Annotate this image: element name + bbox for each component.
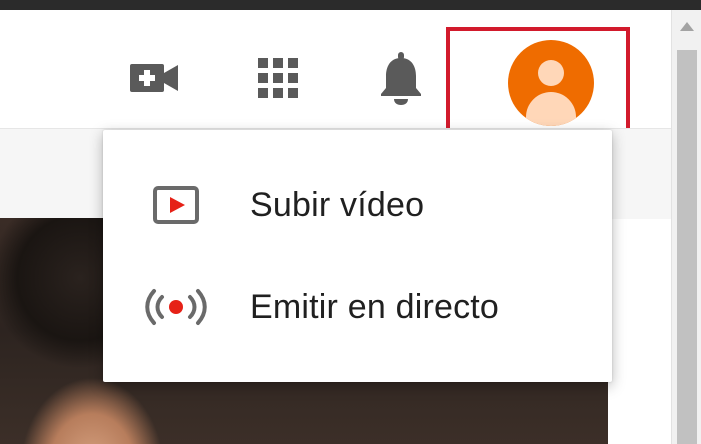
scrollbar-thumb[interactable]	[677, 50, 697, 444]
vertical-scrollbar[interactable]	[671, 10, 701, 444]
scroll-up-arrow-icon[interactable]	[680, 22, 694, 31]
menu-item-label: Emitir en directo	[250, 287, 500, 326]
browser-viewport: Subir vídeo Emitir en directo	[0, 0, 701, 444]
menu-item-upload-video[interactable]: Subir vídeo	[103, 160, 612, 250]
account-avatar-button[interactable]	[508, 40, 594, 126]
menu-item-label: Subir vídeo	[250, 185, 425, 224]
live-broadcast-icon	[143, 282, 209, 332]
apps-grid-icon	[258, 58, 298, 98]
video-camera-plus-icon	[130, 64, 178, 92]
create-video-button[interactable]	[126, 50, 182, 106]
create-menu: Subir vídeo Emitir en directo	[103, 130, 612, 382]
upload-video-play-icon	[143, 180, 209, 230]
avatar-head	[538, 60, 564, 86]
apps-button[interactable]	[250, 50, 306, 106]
notifications-button[interactable]	[373, 48, 429, 108]
avatar-body	[526, 92, 576, 126]
window-top-edge	[0, 0, 701, 10]
menu-item-go-live[interactable]: Emitir en directo	[103, 262, 612, 352]
bell-icon	[381, 52, 421, 105]
